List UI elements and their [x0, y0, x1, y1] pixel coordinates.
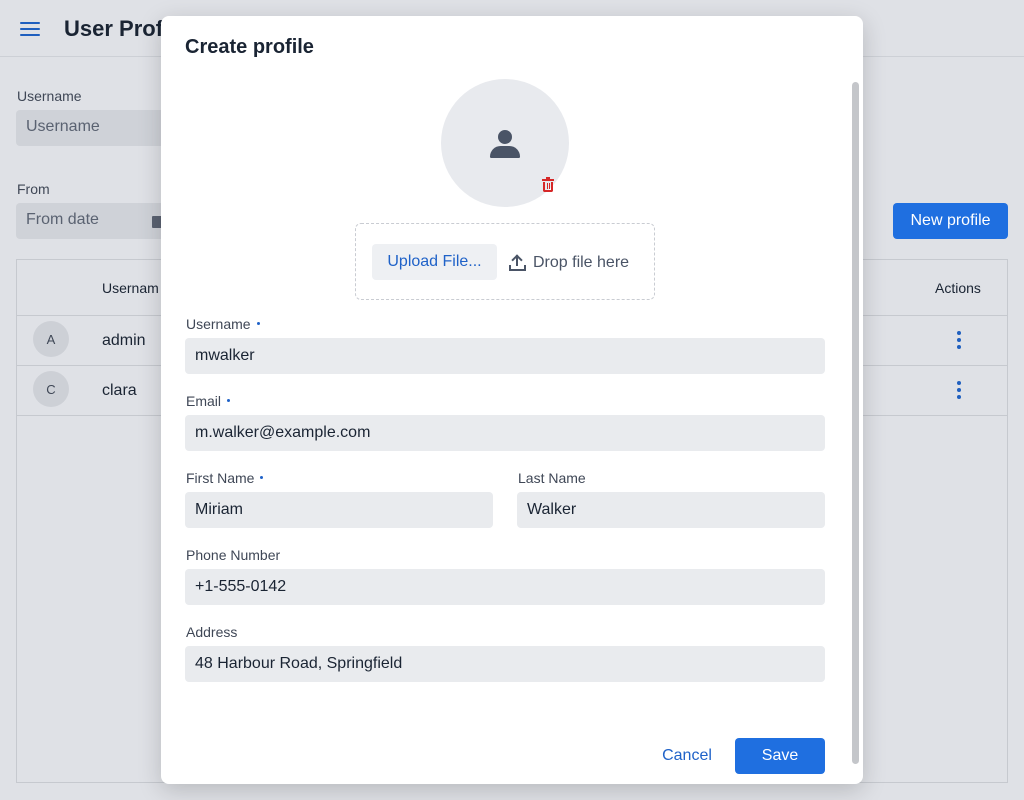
required-indicator: [256, 321, 260, 325]
save-button[interactable]: Save: [735, 738, 825, 774]
address-input[interactable]: [185, 646, 825, 682]
page-title: User Profi: [64, 16, 170, 41]
address-label: Address: [186, 624, 238, 640]
kebab-menu-icon[interactable]: [956, 381, 962, 399]
row-username: clara: [102, 382, 137, 399]
first-name-input[interactable]: [185, 492, 493, 528]
column-header-username[interactable]: Usernam: [102, 280, 159, 296]
email-input[interactable]: [185, 415, 825, 451]
last-name-label: Last Name: [518, 470, 586, 486]
last-name-input[interactable]: [517, 492, 825, 528]
column-header-actions: Actions: [935, 280, 981, 296]
username-filter-input[interactable]: Username: [16, 110, 176, 146]
username-input[interactable]: [185, 338, 825, 374]
first-name-label: First Name: [186, 470, 264, 486]
username-label: Username: [186, 316, 260, 332]
username-label-text: Username: [186, 316, 251, 332]
cancel-button[interactable]: Cancel: [651, 738, 723, 774]
avatar: C: [33, 371, 69, 407]
row-username: admin: [102, 332, 146, 349]
email-label-text: Email: [186, 393, 222, 409]
phone-label: Phone Number: [186, 547, 281, 563]
person-icon: [490, 130, 520, 158]
dialog-scrollbar-thumb[interactable]: [852, 82, 859, 764]
drop-file-label: Drop file here: [533, 254, 630, 271]
required-indicator: [227, 398, 231, 402]
upload-icon: [509, 254, 526, 272]
username-filter-label: Username: [17, 88, 82, 104]
new-profile-button[interactable]: New profile: [893, 203, 1008, 239]
phone-input[interactable]: [185, 569, 825, 605]
dialog-title: Create profile: [185, 36, 314, 58]
first-name-label-text: First Name: [186, 470, 255, 486]
kebab-menu-icon[interactable]: [956, 331, 962, 349]
email-label: Email: [186, 393, 231, 409]
upload-drop-zone[interactable]: Upload File... Drop file here: [355, 223, 655, 300]
create-profile-dialog: Create profile Upload File... Drop file …: [161, 16, 863, 784]
required-indicator: [260, 475, 264, 479]
from-filter-label: From: [17, 181, 50, 197]
upload-file-button[interactable]: Upload File...: [372, 244, 497, 280]
hamburger-menu-icon[interactable]: [20, 20, 40, 38]
avatar: A: [33, 321, 69, 357]
trash-icon[interactable]: [542, 177, 554, 192]
